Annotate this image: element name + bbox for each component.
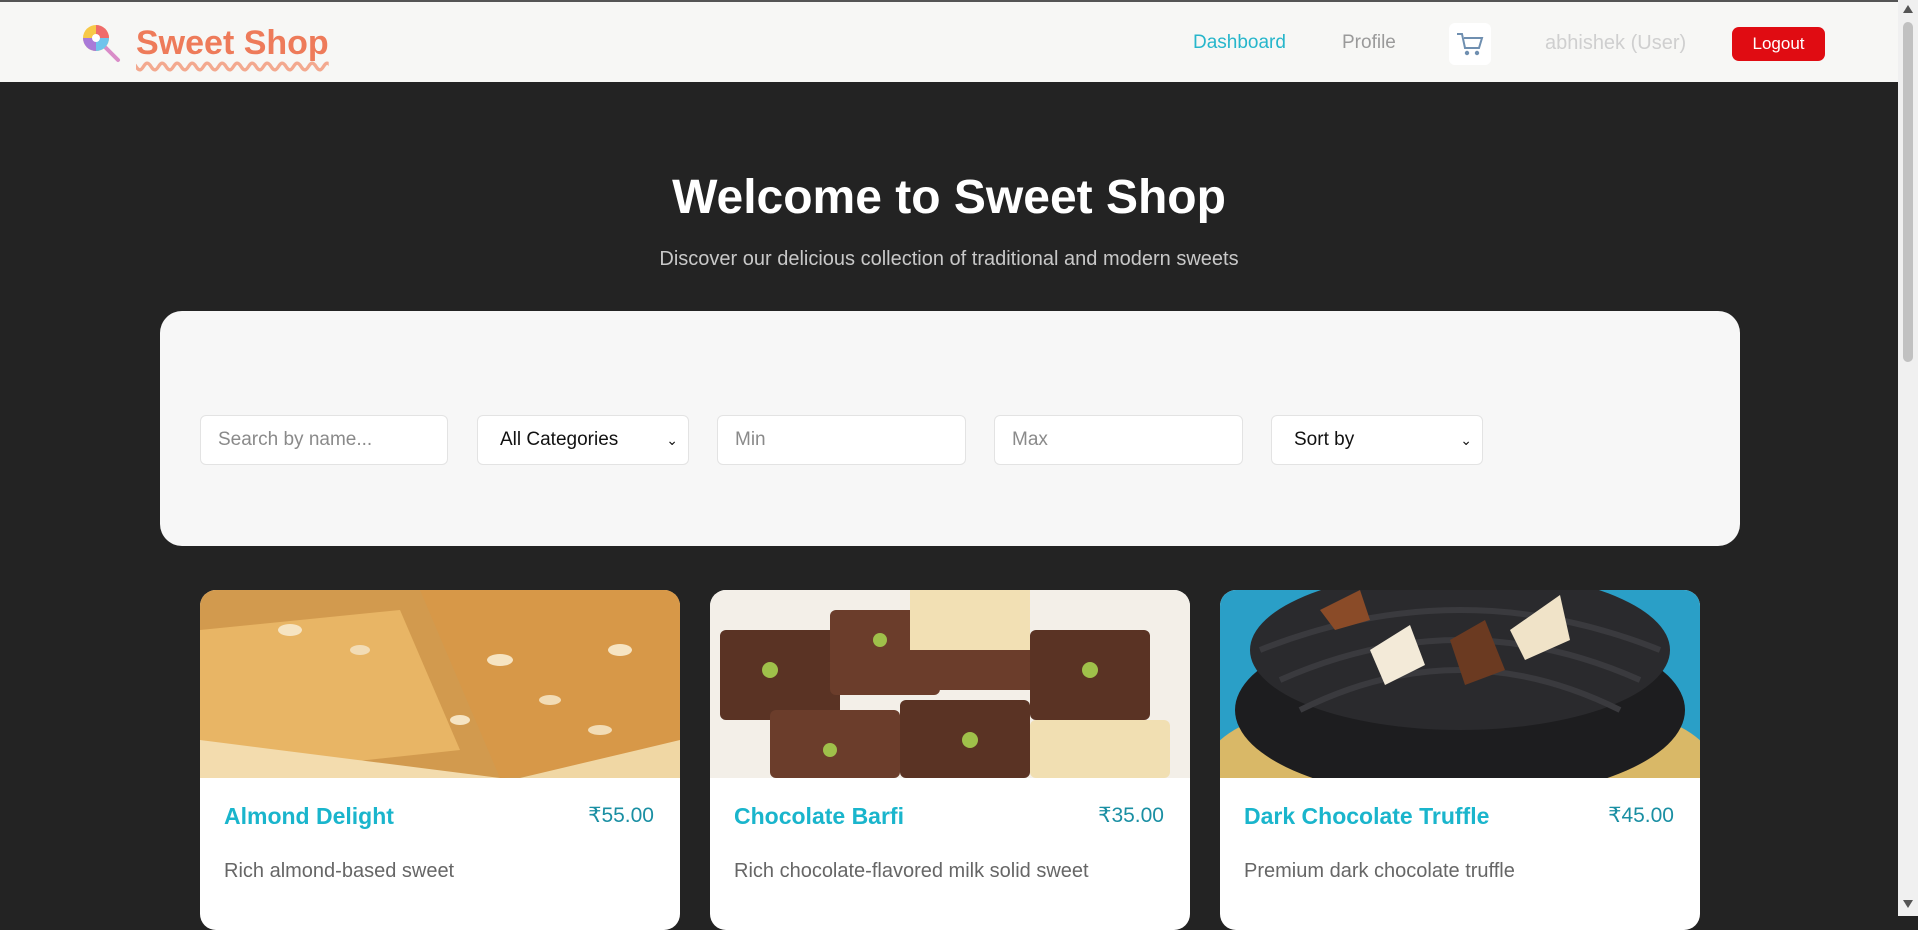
search-placeholder: Search by name...: [218, 429, 373, 450]
category-select[interactable]: All Categories ⌄: [477, 415, 689, 465]
product-price: ₹35.00: [1098, 804, 1164, 827]
product-description: Rich almond-based sweet: [224, 860, 455, 882]
product-name[interactable]: Chocolate Barfi: [734, 803, 904, 830]
product-price: ₹55.00: [588, 804, 654, 827]
scroll-up-arrow-icon[interactable]: [1903, 5, 1913, 13]
current-user-label: abhishek (User): [1545, 31, 1687, 54]
product-card[interactable]: Chocolate Barfi ₹35.00 Rich chocolate-fl…: [710, 590, 1190, 930]
product-description: Rich chocolate-flavored milk solid sweet: [734, 860, 1089, 882]
product-name[interactable]: Dark Chocolate Truffle: [1244, 803, 1489, 830]
product-description: Premium dark chocolate truffle: [1244, 860, 1515, 882]
scroll-down-arrow-icon[interactable]: [1903, 900, 1913, 908]
nav-profile-link[interactable]: Profile: [1342, 2, 1396, 84]
product-image: [200, 590, 680, 778]
category-select-value: All Categories: [500, 429, 619, 450]
brand-name[interactable]: Sweet Shop: [136, 24, 329, 63]
product-card[interactable]: Dark Chocolate Truffle ₹45.00 Premium da…: [1220, 590, 1700, 930]
sort-select-value: Sort by: [1294, 429, 1355, 450]
product-name[interactable]: Almond Delight: [224, 803, 394, 830]
product-image: [710, 590, 1190, 778]
top-navbar: Sweet Shop Dashboard Profile abhishek (U…: [0, 0, 1898, 82]
max-placeholder: Max: [1012, 429, 1048, 450]
product-card[interactable]: Almond Delight ₹55.00 Rich almond-based …: [200, 590, 680, 930]
chevron-down-icon: ⌄: [1460, 431, 1472, 448]
scroll-thumb[interactable]: [1903, 22, 1913, 362]
chevron-down-icon: ⌄: [666, 431, 678, 448]
lollipop-icon: [83, 25, 120, 62]
search-input[interactable]: Search by name...: [200, 415, 448, 465]
nav-dashboard-link[interactable]: Dashboard: [1193, 2, 1286, 84]
page-subtitle: Discover our delicious collection of tra…: [659, 248, 1239, 270]
vertical-scrollbar[interactable]: [1898, 0, 1918, 916]
sort-select[interactable]: Sort by ⌄: [1271, 415, 1483, 465]
min-placeholder: Min: [735, 429, 766, 450]
product-price: ₹45.00: [1608, 804, 1674, 827]
brand[interactable]: Sweet Shop: [80, 22, 329, 64]
cart-icon: [1457, 33, 1484, 56]
logout-button[interactable]: Logout: [1732, 27, 1825, 61]
page-title: Welcome to Sweet Shop: [672, 171, 1226, 224]
max-price-input[interactable]: Max: [994, 415, 1243, 465]
product-image: [1220, 590, 1700, 778]
cart-button[interactable]: [1449, 23, 1491, 65]
filter-panel: Search by name... All Categories ⌄ Min M…: [160, 311, 1740, 546]
min-price-input[interactable]: Min: [717, 415, 966, 465]
